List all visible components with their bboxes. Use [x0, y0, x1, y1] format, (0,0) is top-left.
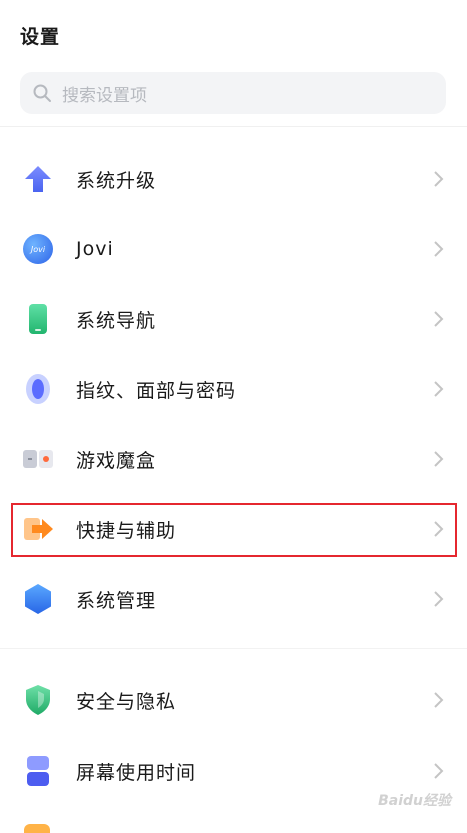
settings-item-label: 安全与隐私: [76, 690, 177, 713]
settings-item-security-privacy[interactable]: 安全与隐私: [0, 665, 467, 735]
settings-item-label: 指纹、面部与密码: [76, 379, 237, 402]
settings-item-label: 游戏魔盒: [76, 449, 157, 472]
chevron-right-icon: [434, 692, 444, 708]
settings-item-label: 系统管理: [76, 589, 157, 612]
chevron-right-icon: [434, 381, 444, 397]
jovi-icon: Jovi: [22, 233, 54, 265]
watermark: Baidu经验: [378, 793, 451, 809]
settings-item-label: Jovi: [76, 238, 114, 260]
chevron-right-icon: [434, 171, 444, 187]
settings-item-system-management[interactable]: 系统管理: [0, 564, 467, 634]
settings-item-system-update[interactable]: 系统升级: [0, 144, 467, 214]
settings-item-label: 系统升级: [76, 169, 157, 192]
chevron-right-icon: [434, 241, 444, 257]
search-bar[interactable]: 搜索设置项: [20, 72, 446, 114]
settings-item-system-navigation[interactable]: 系统导航: [0, 284, 467, 354]
search-placeholder: 搜索设置项: [62, 85, 147, 106]
hexagon-icon: [22, 583, 54, 615]
page-title: 设置: [20, 26, 61, 48]
settings-item-jovi[interactable]: Jovi Jovi: [0, 214, 467, 284]
fingerprint-icon: [22, 373, 54, 405]
phone-icon: [22, 303, 54, 335]
settings-item-partial: [0, 818, 467, 833]
arrow-up-icon: [22, 163, 54, 195]
settings-item-label: 屏幕使用时间: [76, 761, 197, 784]
partial-item-icon: [24, 824, 50, 833]
search-icon: [33, 84, 51, 102]
chevron-right-icon: [434, 311, 444, 327]
highlight-box: [11, 503, 457, 557]
settings-item-fingerprint-face-password[interactable]: 指纹、面部与密码: [0, 354, 467, 424]
game-box-icon: [22, 443, 54, 475]
divider: [0, 126, 467, 127]
settings-item-game-box[interactable]: 游戏魔盒: [0, 424, 467, 494]
chevron-right-icon: [434, 763, 444, 779]
chevron-right-icon: [434, 591, 444, 607]
chevron-right-icon: [434, 451, 444, 467]
shield-icon: [22, 684, 54, 716]
hourglass-icon: [22, 755, 54, 787]
group-divider: [0, 648, 467, 649]
settings-item-label: 系统导航: [76, 309, 157, 332]
